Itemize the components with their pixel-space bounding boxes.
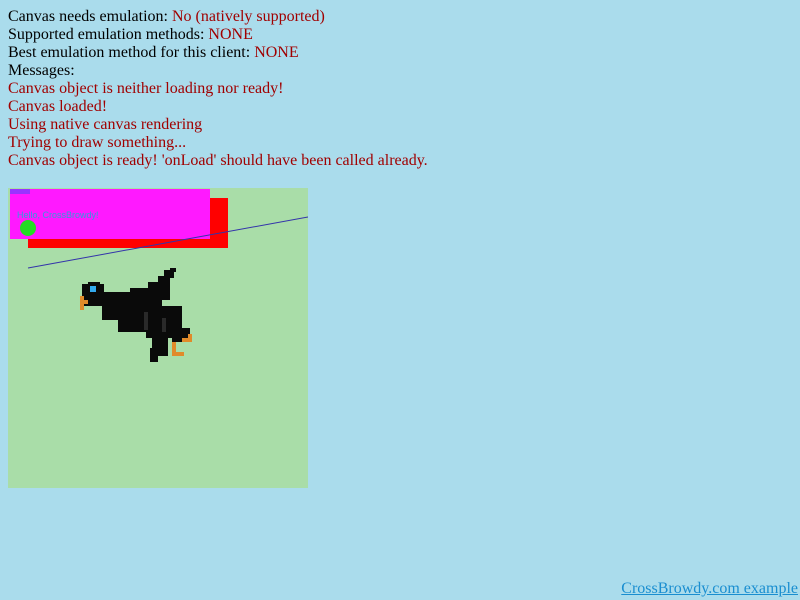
supported-methods-value: NONE xyxy=(208,26,253,43)
drawing-canvas: Hello, CrossBrowdy! xyxy=(8,188,308,488)
page: Canvas needs emulation: No (natively sup… xyxy=(0,0,800,600)
needs-emulation-row: Canvas needs emulation: No (natively sup… xyxy=(8,8,428,26)
best-method-row: Best emulation method for this client: N… xyxy=(8,44,428,62)
crossbrowdy-example-link[interactable]: CrossBrowdy.com example xyxy=(621,580,798,598)
supported-methods-label: Supported emulation methods: xyxy=(8,26,205,43)
message-line: Using native canvas rendering xyxy=(8,116,203,133)
canvas-text: Hello, CrossBrowdy! xyxy=(17,210,99,220)
purple-marker xyxy=(10,189,30,194)
needs-emulation-value: No (natively supported) xyxy=(171,8,325,25)
best-method-value: NONE xyxy=(254,44,299,61)
needs-emulation-label: Canvas needs emulation: xyxy=(8,8,168,25)
bird-icon xyxy=(80,268,192,362)
status-panel: Canvas needs emulation: No (natively sup… xyxy=(8,8,428,170)
message-line: Canvas object is ready! 'onLoad' should … xyxy=(8,152,428,169)
green-circle xyxy=(20,220,36,236)
canvas-drawing: Hello, CrossBrowdy! xyxy=(10,189,308,362)
message-line: Canvas loaded! xyxy=(8,98,108,115)
supported-methods-row: Supported emulation methods: NONE xyxy=(8,26,428,44)
best-method-label: Best emulation method for this client: xyxy=(8,44,251,61)
message-line: Canvas object is neither loading nor rea… xyxy=(8,80,284,97)
message-line: Trying to draw something... xyxy=(8,134,187,151)
messages-label: Messages: xyxy=(8,62,75,79)
